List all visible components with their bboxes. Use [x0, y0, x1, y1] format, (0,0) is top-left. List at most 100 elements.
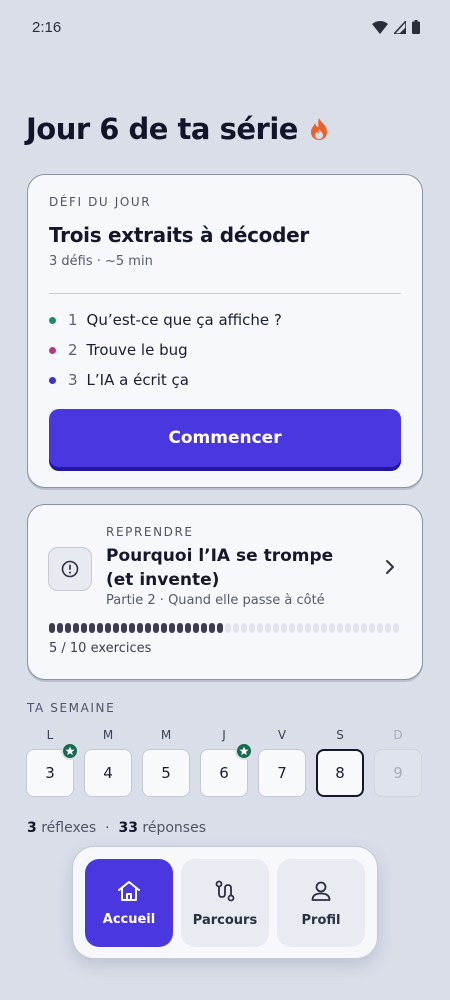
- start-button[interactable]: Commencer: [49, 409, 401, 467]
- challenge-meta: 3 défis · ~5 min: [49, 254, 153, 269]
- nav-home-label: Accueil: [102, 911, 156, 927]
- progress-segment: [217, 623, 223, 633]
- day-cell[interactable]: 5: [142, 749, 190, 797]
- progress-segment: [153, 623, 159, 633]
- flame-icon: [310, 118, 327, 140]
- resume-card[interactable]: REPRENDRE Pourquoi l’IA se trompe (et in…: [27, 504, 423, 680]
- challenge-item: 2 Trouve le bug: [49, 335, 282, 365]
- nav-profile[interactable]: Profil: [277, 859, 365, 947]
- status-bar: 2:16: [0, 0, 450, 56]
- progress-segment: [57, 623, 63, 633]
- challenge-item-number: 1: [68, 311, 78, 329]
- page-title: Jour 6 de ta série: [26, 112, 330, 146]
- progress-segment: [193, 623, 199, 633]
- progress-segment: [249, 623, 255, 633]
- challenge-item-number: 3: [68, 371, 78, 389]
- progress-segment: [393, 623, 399, 633]
- nav-profile-label: Profil: [301, 912, 341, 928]
- home-icon: [118, 880, 140, 901]
- challenge-dot: [49, 376, 56, 384]
- progress-segment: [185, 623, 191, 633]
- resume-subtitle: Partie 2 · Quand elle passe à côté: [106, 593, 325, 608]
- day-column: M 4: [84, 728, 132, 797]
- progress-bar: [49, 623, 399, 633]
- progress-segment: [257, 623, 263, 633]
- progress-segment: [177, 623, 183, 633]
- challenge-item: 1 Qu’est-ce que ça affiche ?: [49, 305, 282, 335]
- challenge-item-number: 2: [68, 341, 78, 359]
- battery-icon: [412, 20, 420, 34]
- progress-segment: [65, 623, 71, 633]
- signal-icon: [394, 20, 406, 34]
- resume-title: Pourquoi l’IA se trompe (et invente): [106, 546, 334, 590]
- day-cell-future: 9: [374, 749, 422, 797]
- chevron-right-icon[interactable]: [382, 557, 398, 577]
- nav-home[interactable]: Accueil: [85, 859, 173, 947]
- progress-segment: [161, 623, 167, 633]
- progress-segment: [385, 623, 391, 633]
- answers-label: réponses: [142, 820, 207, 836]
- nav-paths[interactable]: Parcours: [181, 859, 269, 947]
- progress-segment: [225, 623, 231, 633]
- progress-segment: [145, 623, 151, 633]
- day-letter: D: [393, 728, 403, 742]
- progress-segment: [313, 623, 319, 633]
- progress-segment: [321, 623, 327, 633]
- challenge-title: Trois extraits à décoder: [49, 223, 309, 247]
- progress-segment: [337, 623, 343, 633]
- progress-segment: [369, 623, 375, 633]
- stats-line: 3 réflexes · 33 réponses: [27, 820, 206, 836]
- day-column: J 6: [200, 728, 253, 797]
- day-column: L 3: [26, 728, 79, 797]
- progress-segment: [169, 623, 175, 633]
- progress-segment: [209, 623, 215, 633]
- progress-segment: [201, 623, 207, 633]
- week-eyebrow: TA SEMAINE: [27, 701, 116, 715]
- alert-icon-box: [48, 547, 92, 591]
- day-letter: S: [336, 728, 344, 742]
- challenge-list: 1 Qu’est-ce que ça affiche ? 2 Trouve le…: [49, 305, 282, 395]
- day-letter: M: [102, 728, 114, 742]
- progress-segment: [241, 623, 247, 633]
- week-row: L 3 M 4 M 5 J 6 V 7 S 8 D 9: [26, 728, 422, 797]
- divider: [49, 293, 401, 294]
- day-column: S 8: [316, 728, 364, 797]
- progress-segment: [265, 623, 271, 633]
- progress-segment: [281, 623, 287, 633]
- day-cell[interactable]: 4: [84, 749, 132, 797]
- day-cell[interactable]: 7: [258, 749, 306, 797]
- day-letter: V: [277, 728, 287, 742]
- resume-eyebrow: REPRENDRE: [106, 525, 194, 539]
- progress-segment: [73, 623, 79, 633]
- progress-segment: [113, 623, 119, 633]
- day-column: D 9: [374, 728, 422, 797]
- nav-paths-label: Parcours: [192, 912, 258, 928]
- status-time: 2:16: [32, 19, 62, 36]
- day-letter: M: [160, 728, 172, 742]
- progress-segment: [129, 623, 135, 633]
- progress-segment: [273, 623, 279, 633]
- challenge-dot: [49, 346, 56, 354]
- progress-segment: [81, 623, 87, 633]
- progress-segment: [305, 623, 311, 633]
- alert-circle-icon: [61, 560, 79, 578]
- progress-segment: [353, 623, 359, 633]
- progress-segment: [345, 623, 351, 633]
- challenge-item-label: Qu’est-ce que ça affiche ?: [86, 311, 282, 329]
- day-letter: L: [46, 728, 54, 742]
- reflexes-label: réflexes: [41, 820, 97, 836]
- challenge-item-label: L’IA a écrit ça: [86, 371, 189, 389]
- challenge-item-label: Trouve le bug: [86, 341, 188, 359]
- challenge-item: 3 L’IA a écrit ça: [49, 365, 282, 395]
- bottom-nav: Accueil Parcours Profil: [72, 846, 378, 959]
- progress-segment: [121, 623, 127, 633]
- progress-text: 5 / 10 exercices: [49, 641, 152, 656]
- progress-segment: [89, 623, 95, 633]
- day-cell-current[interactable]: 8: [316, 749, 364, 797]
- page-title-text: Jour 6 de ta série: [26, 112, 298, 146]
- stats-separator: ·: [105, 820, 110, 836]
- day-column: M 5: [142, 728, 190, 797]
- challenge-eyebrow: DÉFI DU JOUR: [49, 195, 152, 209]
- star-badge-icon: [235, 742, 253, 760]
- answers-count: 33: [118, 820, 138, 836]
